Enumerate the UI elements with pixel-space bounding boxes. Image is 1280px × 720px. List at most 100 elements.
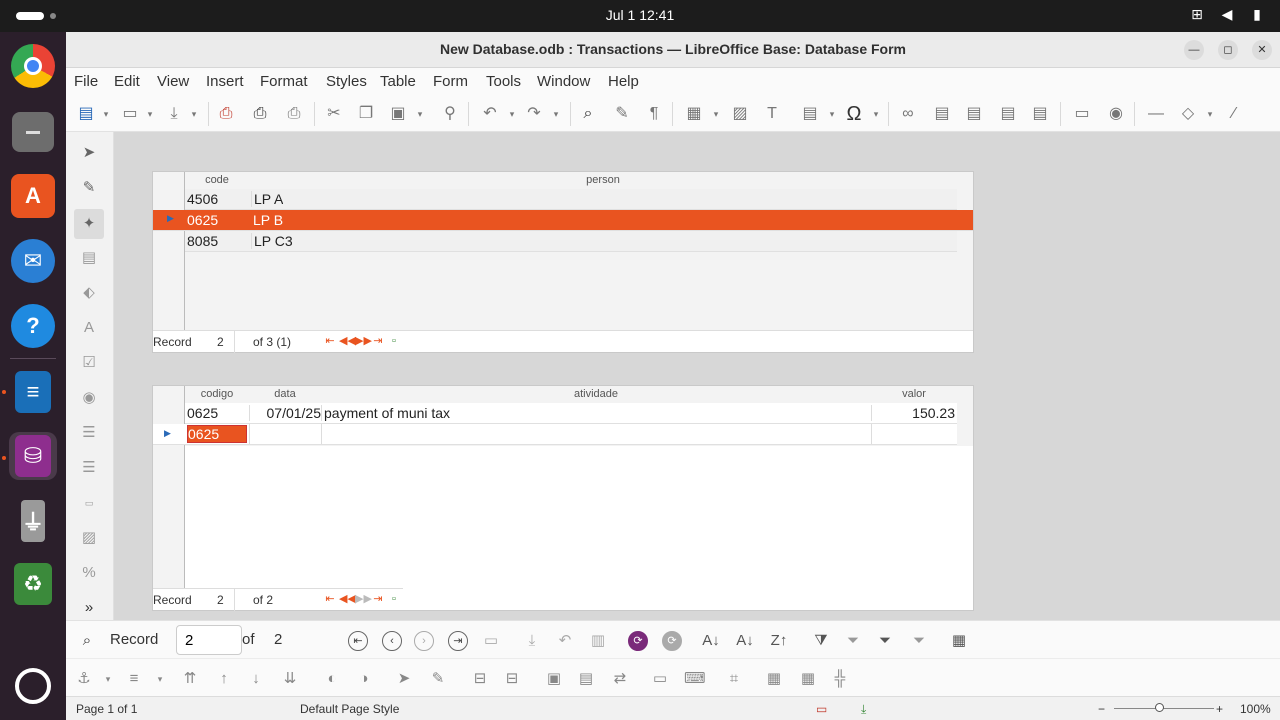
field-dropdown-chevron-icon[interactable]: ▾	[822, 104, 842, 124]
display-grid-icon[interactable]: ▦	[764, 669, 784, 689]
form-navigator-icon[interactable]: ▣	[544, 669, 564, 689]
special-character-icon[interactable]: Ω	[844, 104, 864, 124]
automatic-control-focus-icon[interactable]: ⌨	[684, 669, 706, 689]
zoom-level[interactable]: 100%	[1240, 702, 1271, 716]
menu-styles[interactable]: Styles	[326, 73, 367, 90]
zoom-in-icon[interactable]: +	[1216, 702, 1223, 716]
close-button[interactable]: ✕	[1252, 40, 1272, 60]
combo-box-icon[interactable]: ☰	[78, 457, 100, 479]
formatting-marks-icon[interactable]: ¶	[644, 104, 664, 124]
menu-format[interactable]: Format	[260, 73, 308, 90]
shapes-dropdown-chevron-icon[interactable]: ▾	[1200, 104, 1220, 124]
print-icon[interactable]: ⎙	[250, 104, 270, 124]
more-controls-icon[interactable]: »	[78, 597, 100, 619]
undo-dropdown-chevron-icon[interactable]: ▾	[502, 104, 522, 124]
table-row[interactable]: 0625 07/01/25 payment of muni tax 150.23	[185, 403, 957, 424]
reset-filter-icon[interactable]: ⏷	[908, 630, 930, 652]
push-button-icon[interactable]: ▭	[78, 492, 100, 514]
open-in-design-mode-icon[interactable]: ▭	[650, 669, 670, 689]
cell-atividade[interactable]: payment of muni tax	[321, 405, 450, 421]
cell-person[interactable]: LP C3	[251, 233, 293, 249]
cell-codigo-editing[interactable]: 0625	[187, 425, 247, 443]
app-center-launcher[interactable]: A	[9, 172, 57, 220]
record-number[interactable]: 2	[217, 335, 224, 349]
open-dropdown-chevron-icon[interactable]: ▾	[140, 104, 160, 124]
previous-record-icon[interactable]: ◀◀	[339, 593, 356, 606]
cell-valor[interactable]	[871, 424, 957, 444]
search-icon[interactable]: ⌕	[76, 630, 98, 652]
first-record-icon[interactable]: ⇤	[323, 335, 337, 348]
next-record-icon[interactable]: ›	[414, 631, 434, 651]
backward-one-icon[interactable]: ↓	[246, 669, 266, 689]
text-box-icon[interactable]: A	[78, 317, 100, 339]
table-row-new[interactable]: ▶ 0625	[153, 424, 957, 445]
export-pdf-icon[interactable]: ⎙	[216, 104, 236, 124]
column-header-data[interactable]: data	[249, 388, 321, 400]
last-record-icon[interactable]: ⇥	[371, 335, 385, 348]
cell-data[interactable]	[249, 424, 321, 444]
writer-launcher[interactable]: ≡	[9, 368, 57, 416]
form-properties-icon[interactable]: ⊟	[502, 669, 522, 689]
check-box-icon[interactable]: ☑	[78, 352, 100, 374]
open-icon[interactable]: ▭	[120, 104, 140, 124]
sort-descending-icon[interactable]: A↓	[734, 630, 756, 652]
find-replace-icon[interactable]: ⌕	[578, 104, 598, 124]
title-bar[interactable]: New Database.odb : Transactions — LibreO…	[66, 32, 1280, 68]
paste-dropdown-chevron-icon[interactable]: ▾	[410, 104, 430, 124]
cell-codigo[interactable]: 0625	[187, 405, 218, 421]
forward-one-icon[interactable]: ↑	[214, 669, 234, 689]
cell-person[interactable]: LP B	[251, 212, 283, 228]
data-source-icon[interactable]: ▦	[948, 630, 970, 652]
network-icon[interactable]: ⊞	[1188, 6, 1206, 23]
previous-record-icon[interactable]: ‹	[382, 631, 402, 651]
row-selector-column[interactable]	[153, 386, 185, 588]
insert-field-icon[interactable]: ▤	[800, 104, 820, 124]
new-record-icon[interactable]: ▭	[480, 630, 502, 652]
list-box-icon[interactable]: ☰	[78, 422, 100, 444]
menu-form[interactable]: Form	[433, 73, 468, 90]
anchor-dropdown-chevron-icon[interactable]: ▾	[98, 669, 118, 689]
delete-record-icon[interactable]: ▥	[587, 630, 609, 652]
track-changes-icon[interactable]: ◉	[1106, 104, 1126, 124]
record-number-input[interactable]	[176, 625, 242, 655]
page-count[interactable]: Page 1 of 1	[76, 702, 137, 716]
selection-mode-icon[interactable]: ▭	[816, 702, 827, 716]
previous-record-icon[interactable]: ◀◀	[339, 335, 356, 348]
cut-icon[interactable]: ✂	[324, 104, 344, 124]
chrome-launcher[interactable]	[9, 42, 57, 90]
cell-code[interactable]: 0625	[187, 212, 218, 228]
new-dropdown-chevron-icon[interactable]: ▾	[96, 104, 116, 124]
undo-icon[interactable]: ↶	[480, 104, 500, 124]
maximize-button[interactable]: ◻	[1218, 40, 1238, 60]
activation-order-icon[interactable]: ⇄	[610, 669, 630, 689]
next-record-icon[interactable]: ▶▶	[355, 335, 372, 348]
usb-drive-launcher[interactable]: ⏚	[9, 497, 57, 545]
table-dropdown-chevron-icon[interactable]: ▾	[706, 104, 726, 124]
insert-textbox-icon[interactable]: T	[762, 104, 782, 124]
insert-line-icon[interactable]: —	[1146, 104, 1166, 124]
sort-icon[interactable]: Z↑	[768, 630, 790, 652]
formatted-field-icon[interactable]: %	[78, 562, 100, 584]
to-foreground-icon[interactable]: ◐	[322, 669, 342, 689]
system-tray[interactable]: ⊞ ◀ ▮	[1188, 6, 1266, 23]
record-number[interactable]: 2	[217, 593, 224, 607]
save-icon[interactable]: ⤓	[164, 104, 184, 124]
cell-person[interactable]: LP A	[251, 191, 283, 207]
image-button-icon[interactable]: ▨	[78, 527, 100, 549]
next-record-icon[interactable]: ▶▶	[355, 593, 372, 606]
first-record-icon[interactable]: ⇤	[348, 631, 368, 651]
last-record-icon[interactable]: ⇥	[448, 631, 468, 651]
cross-reference-icon[interactable]: ▤	[1030, 104, 1050, 124]
helplines-icon[interactable]: ╬	[830, 669, 850, 689]
control-wizards-icon[interactable]: ✦	[74, 209, 104, 239]
redo-dropdown-chevron-icon[interactable]: ▾	[546, 104, 566, 124]
paste-icon[interactable]: ▣	[388, 104, 408, 124]
endnote-icon[interactable]: ▤	[964, 104, 984, 124]
apply-filter-icon[interactable]: ⏷	[842, 630, 864, 652]
menu-file[interactable]: File	[74, 73, 98, 90]
column-header-person[interactable]: person	[249, 174, 957, 186]
save-dropdown-chevron-icon[interactable]: ▾	[184, 104, 204, 124]
page-style[interactable]: Default Page Style	[300, 702, 399, 716]
undo-record-icon[interactable]: ↶	[554, 630, 576, 652]
basic-shapes-icon[interactable]: ◇	[1178, 104, 1198, 124]
